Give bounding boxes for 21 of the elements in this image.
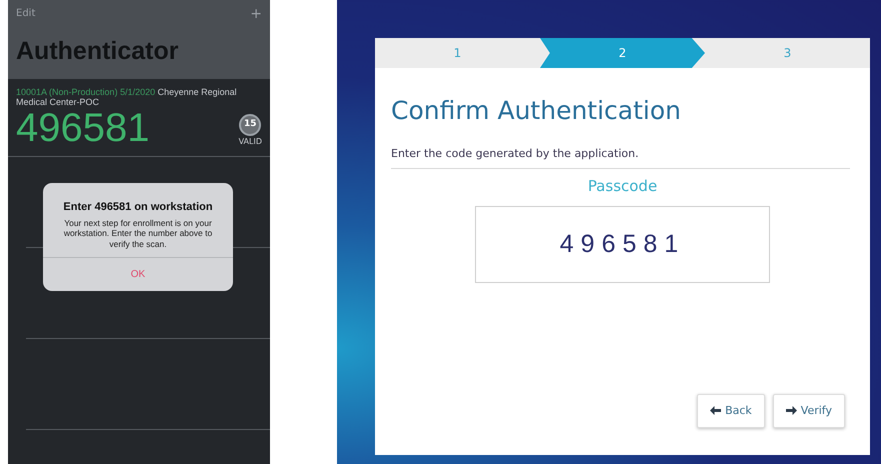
valid-label: VALID — [238, 136, 262, 148]
passcode-text: 496581 — [16, 108, 150, 148]
right-arrow-icon — [786, 406, 797, 416]
page-title: Confirm Authentication — [391, 95, 682, 127]
alert-title: Enter 496581 on workstation — [62, 200, 214, 215]
app-title: Authenticator — [16, 36, 180, 67]
account-label: 10001A (Non-Production) 5/1/2020 Cheyenne Regional Medical Center-POC — [15, 86, 238, 108]
countdown-timer: 15 — [239, 114, 262, 136]
edit-button[interactable]: Edit — [16, 6, 36, 21]
field-label: Passcode — [586, 176, 658, 197]
step-tab[interactable]: 3 — [705, 38, 870, 68]
verify-button[interactable]: Verify — [772, 394, 845, 428]
ok-button[interactable]: OK — [43, 257, 233, 292]
left-arrow-icon — [710, 406, 722, 416]
back-button[interactable]: Back — [697, 394, 765, 428]
instruction-text: Enter the code generated by the application. — [391, 146, 850, 169]
alert-message: Your next step for enrollment is on your workstation. Enter the number above to verify the scan. — [62, 216, 214, 251]
step-tab[interactable]: 1 — [375, 38, 540, 68]
step-tab[interactable]: 2 — [540, 38, 705, 68]
add-button[interactable]: + — [250, 6, 262, 20]
passcode-field[interactable]: 496581 — [475, 206, 770, 282]
